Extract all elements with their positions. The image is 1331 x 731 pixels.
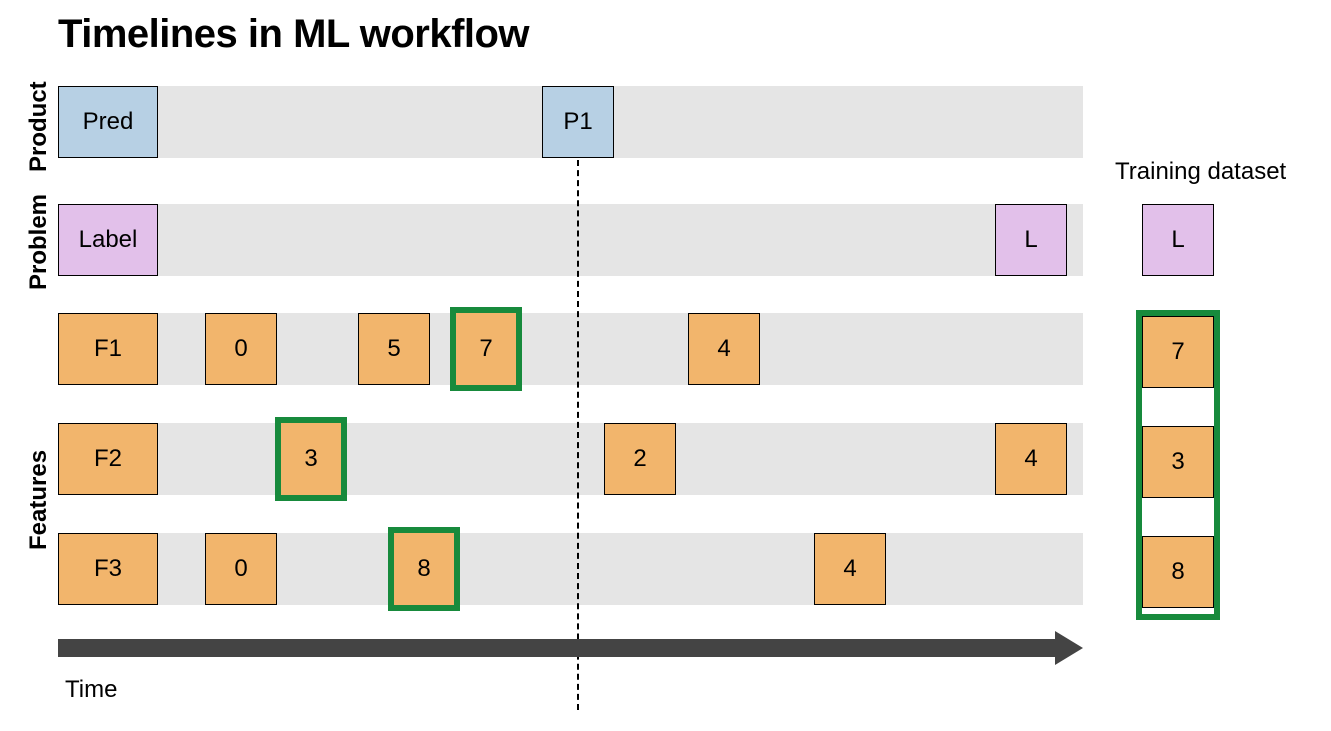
ylabel-features: Features	[25, 450, 53, 550]
cell-f1-1: 5	[358, 313, 430, 385]
cell-product-p1: P1	[542, 86, 614, 158]
cell-f3-0: 0	[205, 533, 277, 605]
header-f1: F1	[58, 313, 158, 385]
row-problem	[58, 204, 1083, 276]
cell-f2-2: 4	[995, 423, 1067, 495]
cell-f3-2: 4	[814, 533, 886, 605]
training-L: L	[1142, 204, 1214, 276]
cell-problem-l: L	[995, 204, 1067, 276]
cell-f2-0-selected: 3	[275, 417, 347, 501]
ylabel-product: Product	[25, 81, 53, 172]
cell-f3-1-selected: 8	[388, 527, 460, 611]
training-f1: 7	[1142, 316, 1214, 388]
header-f3: F3	[58, 533, 158, 605]
header-f2: F2	[58, 423, 158, 495]
training-dataset-title: Training dataset	[1115, 158, 1286, 186]
header-product: Pred	[58, 86, 158, 158]
training-f2: 3	[1142, 426, 1214, 498]
prediction-time-marker	[577, 160, 579, 710]
diagram-title: Timelines in ML workflow	[58, 12, 529, 57]
cell-f1-0: 0	[205, 313, 277, 385]
cell-f2-1: 2	[604, 423, 676, 495]
ylabel-problem: Problem	[25, 194, 53, 290]
time-arrow-shaft	[58, 639, 1058, 657]
time-arrow	[58, 636, 1083, 660]
time-arrow-head	[1055, 631, 1083, 665]
training-f3: 8	[1142, 536, 1214, 608]
xlabel-time: Time	[65, 676, 117, 704]
row-f2	[58, 423, 1083, 495]
cell-f1-3: 4	[688, 313, 760, 385]
header-problem: Label	[58, 204, 158, 276]
cell-f1-2-selected: 7	[450, 307, 522, 391]
